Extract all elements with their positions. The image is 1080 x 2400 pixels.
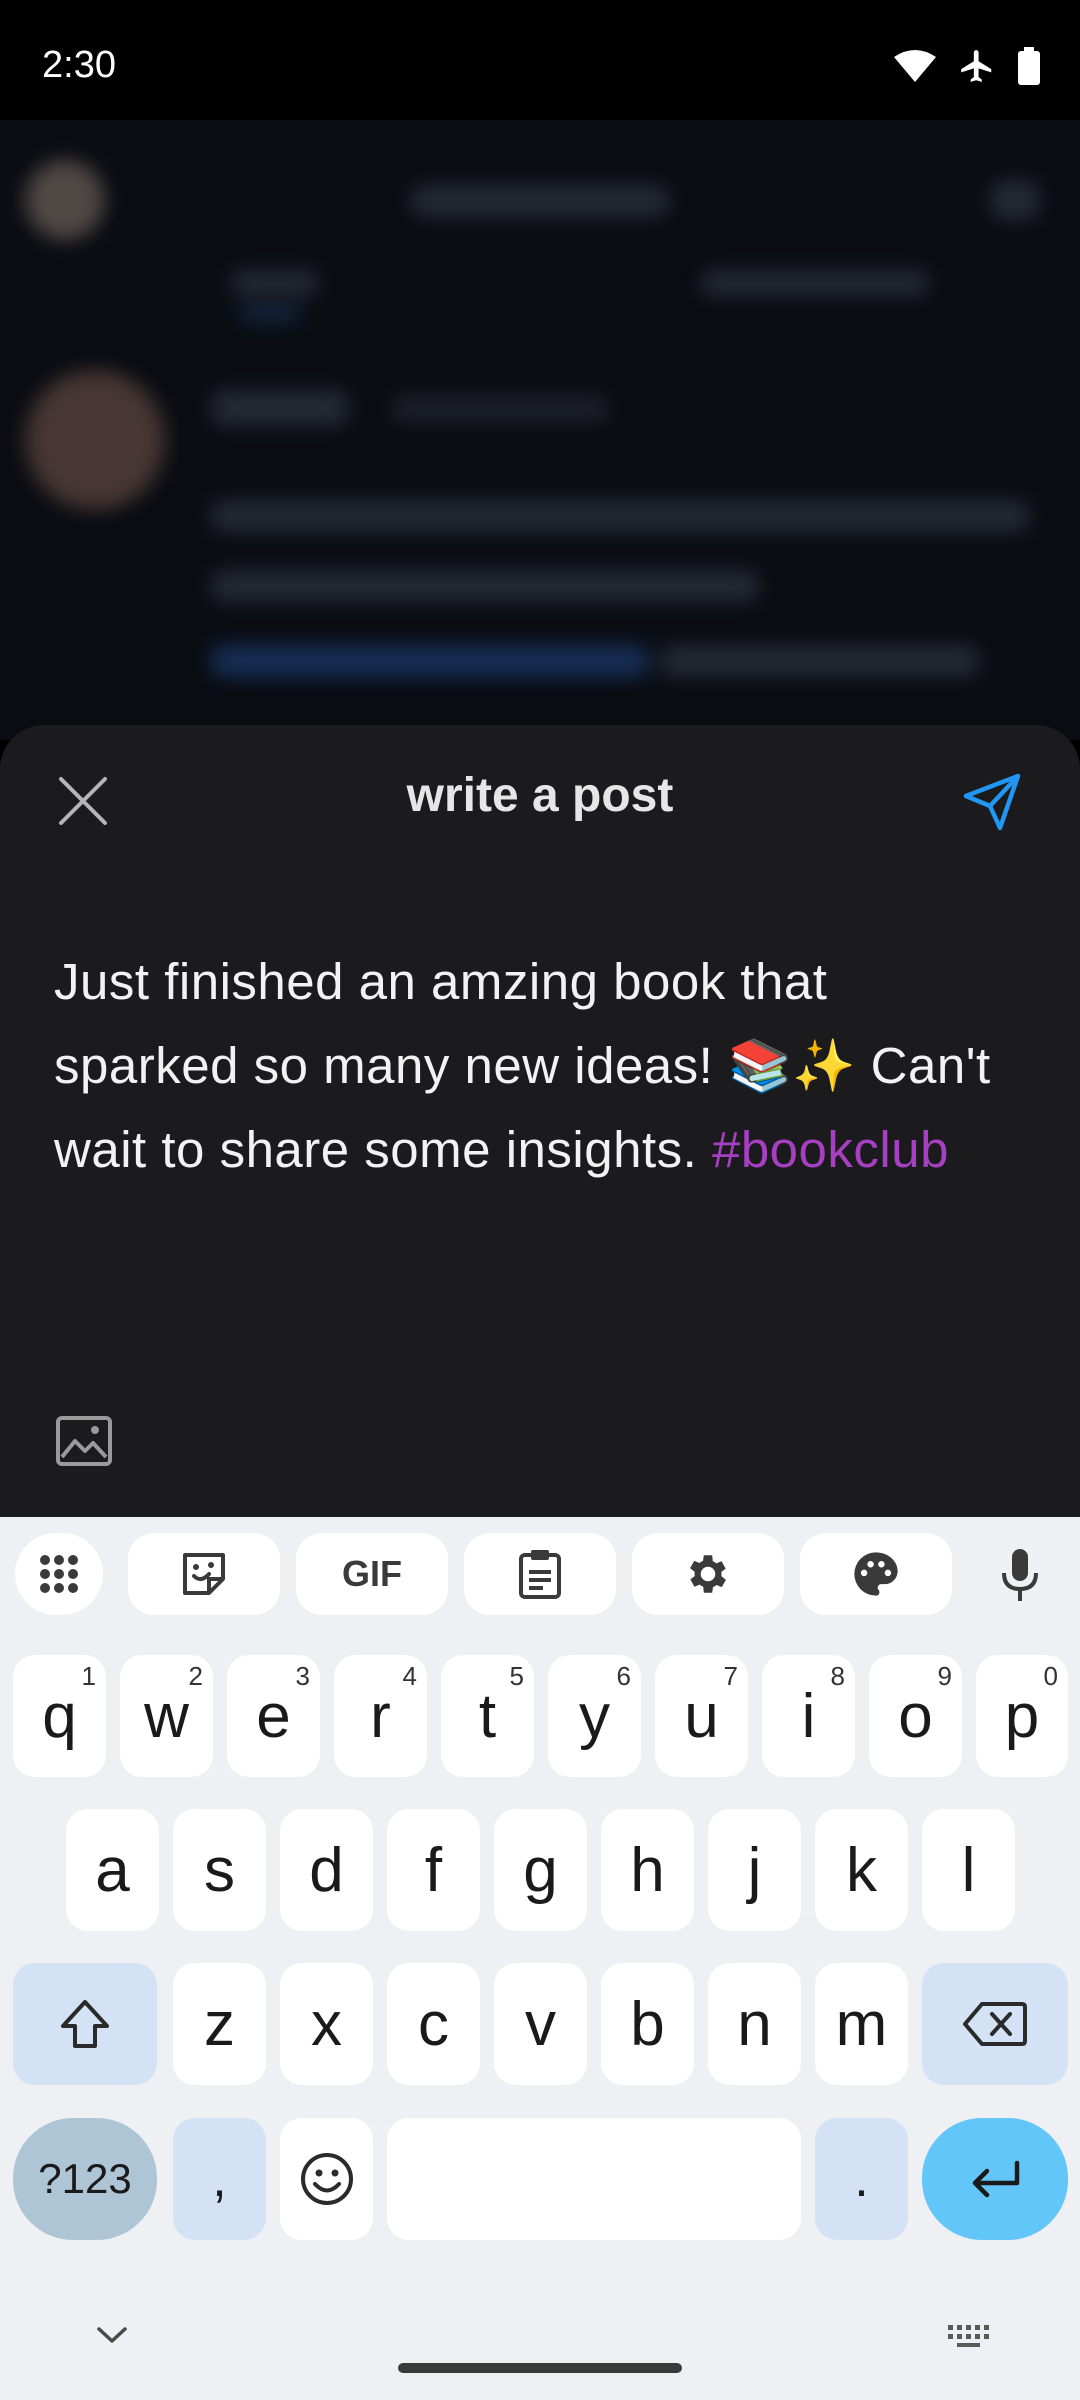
key-hint: 0 <box>1043 1661 1058 1691</box>
key-n[interactable]: n <box>708 1963 801 2085</box>
backspace-key[interactable] <box>922 1963 1068 2085</box>
image-icon[interactable] <box>55 1415 113 1467</box>
key-p[interactable]: p0 <box>976 1655 1068 1777</box>
key-hint: 3 <box>295 1661 310 1691</box>
symbols-key[interactable]: ?123 <box>13 2118 157 2240</box>
key-hint: 8 <box>830 1661 845 1691</box>
grid-icon <box>40 1555 78 1593</box>
clipboard-icon <box>519 1550 561 1599</box>
backspace-icon <box>963 2002 1027 2046</box>
status-icons <box>894 46 1040 86</box>
clipboard-button[interactable] <box>464 1533 616 1615</box>
period-key[interactable]: . <box>815 2118 908 2240</box>
key-hint: 6 <box>616 1661 631 1691</box>
key-d[interactable]: d <box>280 1809 373 1931</box>
key-a[interactable]: a <box>66 1809 159 1931</box>
chevron-down-icon[interactable] <box>95 2325 129 2345</box>
key-o[interactable]: o9 <box>869 1655 962 1777</box>
key-hint: 1 <box>81 1661 96 1691</box>
keyboard-switch-icon[interactable] <box>948 2325 990 2349</box>
key-hint: 4 <box>402 1661 417 1691</box>
key-label: r <box>370 1681 391 1751</box>
key-k[interactable]: k <box>815 1809 908 1931</box>
keyboard <box>0 1517 1080 2400</box>
key-t[interactable]: t5 <box>441 1655 534 1777</box>
key-v[interactable]: v <box>494 1963 587 2085</box>
mic-icon <box>1002 1549 1038 1601</box>
sticker-icon <box>183 1553 225 1595</box>
key-b[interactable]: b <box>601 1963 694 2085</box>
key-label: i <box>801 1681 816 1751</box>
comma-key[interactable]: , <box>173 2118 266 2240</box>
key-label: o <box>898 1681 933 1751</box>
key-u[interactable]: u7 <box>655 1655 748 1777</box>
battery-icon <box>1018 47 1040 85</box>
space-key[interactable] <box>387 2118 801 2240</box>
key-y[interactable]: y6 <box>548 1655 641 1777</box>
key-f[interactable]: f <box>387 1809 480 1931</box>
key-hint: 9 <box>937 1661 952 1691</box>
key-label: e <box>256 1681 291 1751</box>
emoji-icon <box>300 2153 353 2205</box>
navigation-handle[interactable] <box>398 2363 682 2373</box>
settings-button[interactable] <box>632 1533 784 1615</box>
key-label: t <box>478 1681 497 1751</box>
theme-button[interactable] <box>800 1533 952 1615</box>
settings-icon <box>690 1555 726 1593</box>
sticker-button[interactable] <box>128 1533 280 1615</box>
key-hint: 7 <box>723 1661 738 1691</box>
key-w[interactable]: w2 <box>120 1655 213 1777</box>
key-label: p <box>1004 1681 1040 1751</box>
gif-button[interactable]: GIF <box>296 1533 448 1615</box>
key-c[interactable]: c <box>387 1963 480 2085</box>
emoji-key[interactable] <box>280 2118 373 2240</box>
shift-key[interactable] <box>13 1963 157 2085</box>
keyboard-grid-icon[interactable] <box>15 1533 103 1615</box>
key-j[interactable]: j <box>708 1809 801 1931</box>
key-m[interactable]: m <box>815 1963 908 2085</box>
key-s[interactable]: s <box>173 1809 266 1931</box>
key-hint: 2 <box>188 1661 203 1691</box>
sheet-title: write a post <box>406 769 674 822</box>
key-i[interactable]: i8 <box>762 1655 855 1777</box>
enter-key[interactable] <box>922 2118 1068 2240</box>
key-l[interactable]: l <box>922 1809 1015 1931</box>
key-label: u <box>684 1681 719 1751</box>
enter-icon <box>972 2160 1020 2198</box>
background-feed <box>0 120 1080 740</box>
key-q[interactable]: q1 <box>13 1655 106 1777</box>
key-h[interactable]: h <box>601 1809 694 1931</box>
key-x[interactable]: x <box>280 1963 373 2085</box>
key-label: q <box>42 1681 77 1751</box>
wifi-icon <box>894 50 936 82</box>
status-time: 2:30 <box>42 44 116 86</box>
shift-icon <box>61 2000 109 2048</box>
key-z[interactable]: z <box>173 1963 266 2085</box>
key-label: y <box>579 1681 610 1751</box>
key-e[interactable]: e3 <box>227 1655 320 1777</box>
key-r[interactable]: r4 <box>334 1655 427 1777</box>
send-icon[interactable] <box>960 770 1024 834</box>
mic-button[interactable] <box>990 1545 1050 1605</box>
post-text-input[interactable]: Just finished an amzing book that sparke… <box>54 940 1014 1192</box>
airplane-icon <box>961 50 992 82</box>
key-g[interactable]: g <box>494 1809 587 1931</box>
palette-icon <box>854 1552 898 1596</box>
key-label: w <box>144 1681 189 1751</box>
hashtag-text: #bookclub <box>711 1121 949 1178</box>
key-hint: 5 <box>509 1661 524 1691</box>
